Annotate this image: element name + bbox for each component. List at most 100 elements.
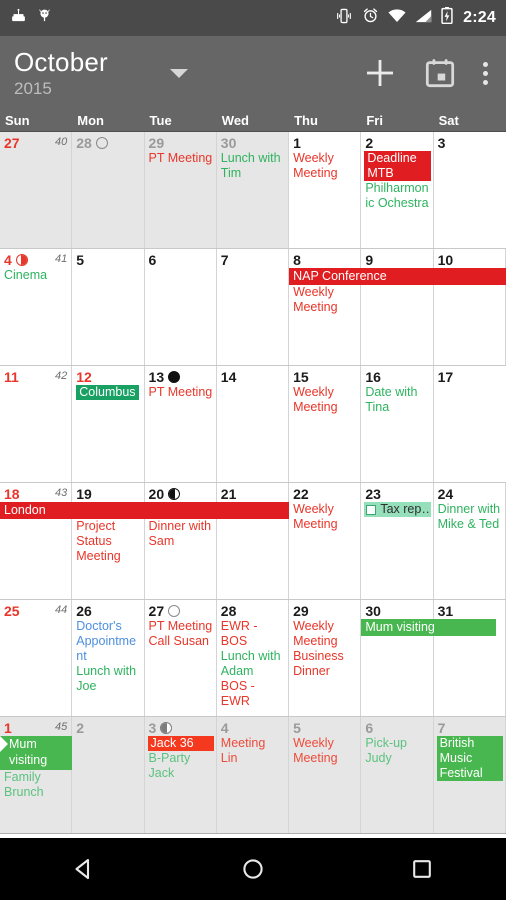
calendar-event[interactable]: Cinema bbox=[3, 268, 69, 283]
day-number: 29 bbox=[148, 134, 165, 151]
calendar-event[interactable]: Lunch with Tim bbox=[220, 151, 286, 181]
recents-button[interactable] bbox=[377, 838, 467, 900]
calendar-event[interactable]: Weekly Meeting bbox=[292, 285, 358, 315]
chevron-down-icon[interactable] bbox=[169, 68, 188, 78]
calendar-event[interactable]: Weekly Meeting bbox=[292, 619, 358, 649]
calendar-event[interactable]: Tax rep… bbox=[364, 502, 431, 517]
calendar-day-cell[interactable]: 7 British Music Festival bbox=[433, 717, 506, 833]
calendar-day-cell[interactable]: 14 bbox=[216, 366, 290, 482]
more-options-button[interactable] bbox=[483, 61, 488, 85]
calendar-event[interactable]: Weekly Meeting bbox=[292, 502, 358, 532]
today-button[interactable] bbox=[425, 58, 455, 88]
calendar-day-cell[interactable]: 24 Dinner with Mike & Ted bbox=[433, 483, 506, 599]
calendar-day-cell[interactable]: 21 bbox=[216, 483, 290, 599]
calendar-day-cell[interactable]: 30 Lunch with Tim bbox=[216, 132, 290, 248]
app-bar: October 2015 bbox=[0, 36, 506, 110]
day-events-list: Weekly Meeting bbox=[289, 151, 360, 181]
calendar-event[interactable]: Family Brunch bbox=[3, 770, 69, 800]
day-events-list: Lunch with Tim bbox=[217, 151, 288, 181]
calendar-event[interactable]: Deadline MTB bbox=[364, 151, 431, 181]
calendar-event[interactable]: Project Status Meeting bbox=[75, 519, 141, 564]
calendar-day-cell[interactable]: 6 bbox=[144, 249, 217, 365]
calendar-day-cell[interactable]: 22 Weekly Meeting bbox=[289, 483, 362, 599]
calendar-day-cell[interactable]: 6 Pick-up Judy bbox=[361, 717, 434, 833]
calendar-day-cell[interactable]: 11 42 bbox=[0, 366, 73, 482]
multi-day-event-bar[interactable]: NAP Conference bbox=[289, 268, 506, 285]
calendar-day-cell[interactable]: 26 Doctor's Appointment Lunch with Joe bbox=[72, 600, 145, 716]
multi-day-event-bar[interactable]: Mum visiting bbox=[0, 736, 73, 770]
calendar-day-cell[interactable]: 16 Date with Tina bbox=[361, 366, 434, 482]
calendar-day-cell[interactable]: 4 Meeting Lin bbox=[216, 717, 290, 833]
day-events-list: Pick-up Judy bbox=[361, 736, 432, 766]
calendar-day-cell[interactable]: 5 bbox=[72, 249, 145, 365]
calendar-day-cell[interactable]: 13 PT Meeting bbox=[144, 366, 217, 482]
calendar-event[interactable]: Weekly Meeting bbox=[292, 151, 358, 181]
calendar-day-cell[interactable]: 28 EWR - BOS Lunch with Adam BOS - EWR bbox=[216, 600, 290, 716]
day-header: 24 bbox=[434, 483, 505, 502]
calendar-day-cell[interactable]: 3 bbox=[433, 132, 506, 248]
calendar-event[interactable]: PT Meeting bbox=[148, 151, 214, 166]
calendar-day-cell[interactable]: 17 bbox=[433, 366, 506, 482]
calendar-day-cell[interactable]: 23 Tax rep… bbox=[361, 483, 434, 599]
calendar-event[interactable]: Pick-up Judy bbox=[364, 736, 430, 766]
calendar-day-cell[interactable]: 28 bbox=[72, 132, 145, 248]
calendar-event[interactable]: PT Meeting bbox=[148, 385, 214, 400]
day-number: 18 bbox=[4, 485, 20, 502]
calendar-day-cell[interactable]: 2 Deadline MTB Philharmonic Ochestra bbox=[361, 132, 434, 248]
calendar-event[interactable]: Business Dinner bbox=[292, 649, 358, 679]
add-event-button[interactable] bbox=[363, 56, 397, 90]
day-header: 2 bbox=[72, 717, 143, 736]
calendar-event[interactable]: BOS - EWR bbox=[220, 679, 286, 709]
calendar-event[interactable]: Lunch with Adam bbox=[220, 649, 286, 679]
calendar-day-cell[interactable]: 19 Project Status Meeting bbox=[72, 483, 145, 599]
calendar-event[interactable]: Date with Tina bbox=[364, 385, 430, 415]
calendar-day-cell[interactable]: 5 Weekly Meeting bbox=[289, 717, 362, 833]
calendar-day-cell[interactable]: 27 PT Meeting Call Susan bbox=[144, 600, 217, 716]
back-button[interactable] bbox=[39, 838, 129, 900]
calendar-event[interactable]: Philharmonic Ochestra bbox=[364, 181, 430, 211]
calendar-day-cell[interactable]: 30 bbox=[361, 600, 434, 716]
calendar-event[interactable]: Weekly Meeting bbox=[292, 736, 358, 766]
calendar-event[interactable]: Weekly Meeting bbox=[292, 385, 358, 415]
calendar-event[interactable]: Jack 36 bbox=[147, 736, 214, 751]
home-button[interactable] bbox=[208, 838, 298, 900]
day-header: 7 bbox=[434, 717, 505, 736]
calendar-event[interactable]: Call Susan bbox=[148, 634, 214, 649]
calendar-day-cell[interactable]: 3 Jack 36 B-Party Jack bbox=[144, 717, 217, 833]
calendar-day-cell[interactable]: 27 40 bbox=[0, 132, 73, 248]
calendar-day-cell[interactable]: 18 43 bbox=[0, 483, 73, 599]
calendar-day-cell[interactable]: 29 Weekly Meeting Business Dinner bbox=[289, 600, 362, 716]
calendar-event[interactable]: British Music Festival bbox=[436, 736, 503, 781]
calendar-event[interactable]: B-Party Jack bbox=[148, 751, 214, 781]
calendar-day-cell[interactable]: 29 PT Meeting bbox=[144, 132, 217, 248]
multi-day-event-bar[interactable]: Mum visiting bbox=[361, 619, 496, 636]
day-events-list: Cinema bbox=[0, 268, 71, 283]
page-title: October bbox=[14, 47, 108, 77]
task-checkbox[interactable] bbox=[366, 504, 377, 515]
calendar-day-cell[interactable]: 12 Columbus bbox=[72, 366, 145, 482]
calendar-event[interactable]: Meeting Lin bbox=[220, 736, 286, 766]
calendar-event[interactable]: Dinner with Sam bbox=[148, 519, 214, 549]
calendar-event[interactable]: Dinner with Mike & Ted bbox=[437, 502, 503, 532]
month-year-title[interactable]: October 2015 bbox=[14, 49, 108, 97]
calendar-day-cell[interactable]: 1 45 Family Brunch bbox=[0, 717, 73, 833]
day-number: 26 bbox=[76, 602, 92, 619]
calendar-day-cell[interactable]: 2 bbox=[72, 717, 145, 833]
calendar-day-cell[interactable]: 8 Weekly Meeting bbox=[289, 249, 362, 365]
calendar-event[interactable]: PT Meeting bbox=[148, 619, 214, 634]
calendar-event[interactable]: Columbus bbox=[75, 385, 141, 400]
calendar-event[interactable]: EWR - BOS bbox=[220, 619, 286, 649]
calendar-day-cell[interactable]: 9 bbox=[361, 249, 434, 365]
calendar-week-row: 18 43 19 Project Status Meeting 20 Dinner wit… bbox=[0, 483, 506, 600]
multi-day-event-bar[interactable]: London bbox=[0, 502, 290, 519]
calendar-day-cell[interactable]: 7 bbox=[216, 249, 290, 365]
calendar-day-cell[interactable]: 10 bbox=[433, 249, 506, 365]
calendar-day-cell[interactable]: 15 Weekly Meeting bbox=[289, 366, 362, 482]
calendar-day-cell[interactable]: 31 bbox=[433, 600, 506, 716]
calendar-event[interactable]: Lunch with Joe bbox=[75, 664, 141, 694]
calendar-day-cell[interactable]: 25 44 bbox=[0, 600, 73, 716]
calendar-day-cell[interactable]: 1 Weekly Meeting bbox=[289, 132, 362, 248]
calendar-event[interactable]: Doctor's Appointment bbox=[75, 619, 141, 664]
calendar-day-cell[interactable]: 4 41 Cinema bbox=[0, 249, 73, 365]
calendar-day-cell[interactable]: 20 Dinner with Sam bbox=[144, 483, 217, 599]
